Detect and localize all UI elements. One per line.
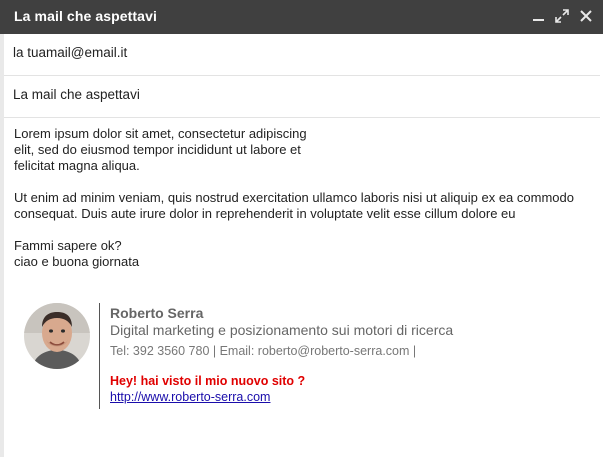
body-line: Fammi sapere ok? [14, 238, 122, 253]
signature-divider [99, 303, 100, 409]
to-field-value[interactable]: la tuamail@email.it [13, 45, 127, 60]
signature-promo: Hey! hai visto il mio nuovo sito ? [110, 374, 306, 388]
website-link[interactable]: http://www.roberto-serra.com [110, 390, 270, 404]
message-body[interactable]: Lorem ipsum dolor sit amet, consectetur … [14, 126, 594, 270]
to-field[interactable]: la tuamail@email.it [4, 34, 600, 76]
email-signature: Roberto Serra Digital marketing e posizi… [24, 303, 584, 413]
compose-titlebar[interactable]: La mail che aspettavi [0, 0, 603, 34]
avatar [24, 303, 90, 369]
compose-window: La mail che aspettavi la tuamail@email.i… [0, 0, 603, 457]
body-line: ciao e buona giornata [14, 254, 140, 269]
body-line: Lorem ipsum dolor sit amet, consectetur … [14, 126, 307, 141]
body-line: Ut enim ad minim veniam, quis nostrud ex… [14, 190, 574, 205]
signature-contacts: Tel: 392 3560 780 | Email: roberto@rober… [110, 344, 417, 358]
expand-icon[interactable] [553, 7, 571, 25]
subject-field-value[interactable]: La mail che aspettavi [13, 87, 140, 102]
body-line: consequat. Duis aute irure dolor in repr… [14, 206, 516, 221]
body-line: elit, sed do eiusmod tempor incididunt u… [14, 142, 301, 157]
compose-title: La mail che aspettavi [14, 8, 157, 24]
signature-name: Roberto Serra [110, 305, 204, 321]
body-line: felicitat magna aliqua. [14, 158, 140, 173]
signature-role: Digital marketing e posizionamento sui m… [110, 322, 454, 338]
subject-field[interactable]: La mail che aspettavi [4, 76, 600, 118]
minimize-icon[interactable] [530, 7, 548, 25]
close-icon[interactable] [577, 7, 595, 25]
